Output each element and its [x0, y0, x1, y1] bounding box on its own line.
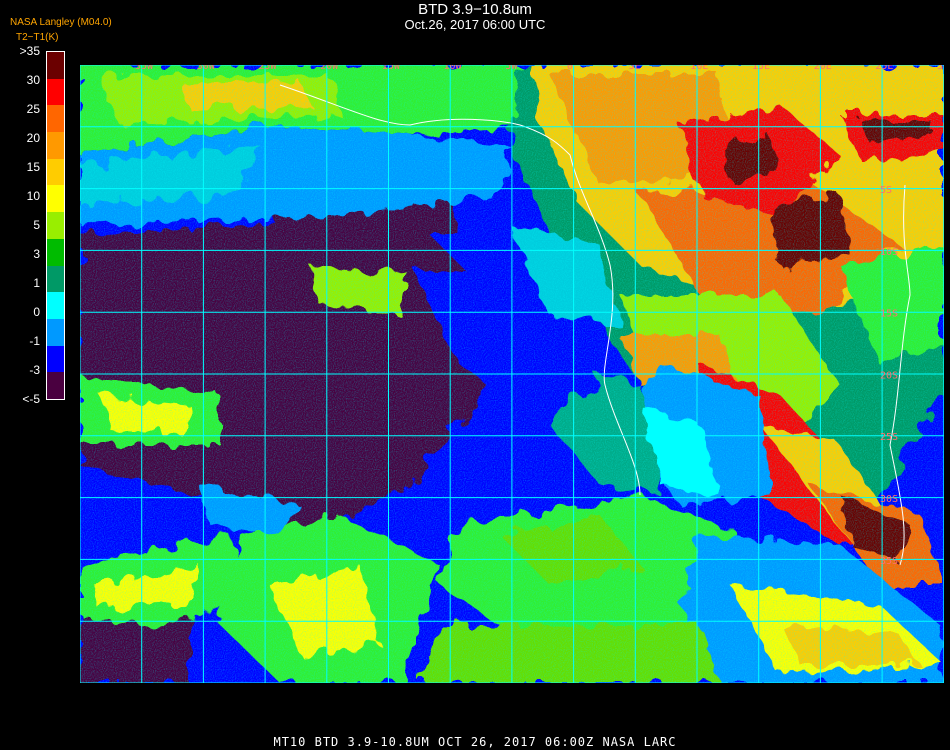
colorbar-label: 5 — [33, 218, 40, 232]
longitude-label: 20E — [814, 65, 832, 72]
colorbar — [46, 51, 65, 400]
longitude-label: 20W — [320, 65, 339, 72]
colorbar-label: <-5 — [22, 392, 40, 406]
longitude-label: 30E — [937, 65, 944, 72]
longitude-label: 10W — [444, 65, 463, 72]
latitude-label: 15S — [880, 309, 898, 320]
latitude-label: 35S — [880, 556, 898, 567]
colorbar-swatch — [47, 185, 64, 213]
chart-subtitle: Oct.26, 2017 06:00 UTC — [404, 17, 546, 32]
longitude-label: 30W — [197, 65, 216, 72]
variable-label: T2−T1(K) — [16, 32, 59, 43]
chart-title: BTD 3.9−10.8um — [418, 1, 532, 18]
colorbar-label: 10 — [26, 189, 40, 203]
longitude-label: 5E — [629, 65, 641, 72]
colorbar-label: 25 — [26, 102, 40, 116]
longitude-label: 15W — [382, 65, 401, 72]
colorbar-label: 15 — [26, 160, 40, 174]
latitude-label: 10S — [880, 247, 898, 258]
footer-caption: MT10 BTD 3.9-10.8UM OCT 26, 2017 06:00Z … — [273, 735, 677, 749]
satellite-map: 35W 30W 25W 20W 15W 10W 5W 0 5E 10E 15E 20E 25E 30E 35… — [80, 65, 944, 683]
colorbar-label: -3 — [29, 363, 40, 377]
longitude-label: 0 — [567, 65, 573, 72]
colorbar-label: >35 — [19, 44, 40, 58]
colorbar-label: 3 — [33, 247, 40, 261]
colorbar-swatch — [47, 132, 64, 159]
longitude-label: 5W — [505, 65, 518, 72]
colorbar-swatch — [47, 158, 64, 186]
colorbar-swatch — [47, 212, 64, 239]
colorbar-swatch — [47, 105, 64, 133]
longitude-label: 35W — [135, 65, 154, 72]
latitude-label: 30S — [880, 494, 898, 505]
longitude-label: 10E — [690, 65, 708, 72]
latitude-label: 25S — [880, 432, 898, 443]
colorbar-swatch — [47, 52, 64, 79]
colorbar-swatch — [47, 292, 64, 319]
longitude-label: 25E — [875, 65, 893, 72]
colorbar-swatch — [47, 265, 64, 293]
colorbar-label: 30 — [26, 73, 40, 87]
map-svg: 35W 30W 25W 20W 15W 10W 5W 0 5E 10E 15E 20E 25E 30E 35… — [80, 65, 944, 683]
colorbar-swatch — [47, 318, 64, 346]
credit-label: NASA Langley (M04.0) — [10, 17, 112, 28]
colorbar-swatch — [47, 345, 64, 373]
colorbar-swatch — [47, 238, 64, 266]
colorbar-label: 20 — [26, 131, 40, 145]
latitude-label: 5S — [880, 185, 892, 196]
colorbar-label: 1 — [33, 276, 40, 290]
longitude-label: 25W — [258, 65, 277, 72]
latitude-label: 20S — [880, 370, 898, 381]
longitude-label: 15E — [752, 65, 770, 72]
colorbar-label: -1 — [29, 334, 40, 348]
colorbar-label: 0 — [33, 305, 40, 319]
colorbar-swatch — [47, 78, 64, 106]
colorbar-swatch — [47, 372, 64, 399]
